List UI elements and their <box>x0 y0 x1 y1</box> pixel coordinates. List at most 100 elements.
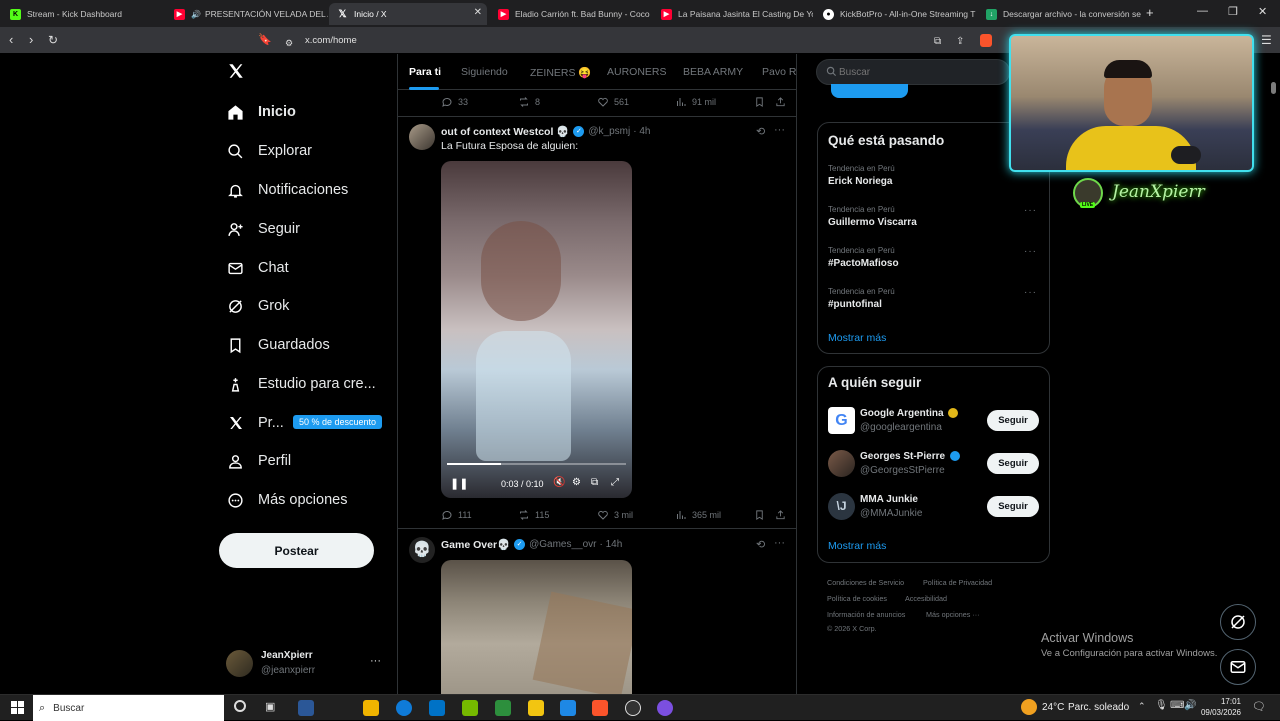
tab-zeiners[interactable]: ZEINERS 😝 <box>530 66 592 79</box>
search-input[interactable] <box>839 65 999 80</box>
sidebar-item-explorar[interactable]: Explorar <box>227 138 312 164</box>
nvidia-icon[interactable] <box>462 700 478 716</box>
follow-show-more-link[interactable]: Mostrar más <box>828 540 886 552</box>
tweet-more-icon[interactable]: ··· <box>774 124 785 136</box>
author-name[interactable]: Game Over💀 <box>441 538 510 551</box>
sidebar-item-seguir[interactable]: Seguir <box>227 216 300 242</box>
views-button[interactable]: 91 mil <box>675 96 716 108</box>
sidebar-item-mas-opciones[interactable]: Más opciones <box>227 487 347 513</box>
brave-icon[interactable] <box>592 700 608 716</box>
post-button[interactable]: Postear <box>219 533 374 568</box>
weather-desc[interactable]: Parc. soleado <box>1068 702 1129 713</box>
subscribe-button-partial[interactable] <box>831 84 908 98</box>
grok-analyze-icon[interactable]: ⟲ <box>756 538 765 551</box>
grok-analyze-icon[interactable]: ⟲ <box>756 125 765 138</box>
browser-tab[interactable]: ↓ Descargar archivo - la conversión se <box>978 3 1141 25</box>
clock-time[interactable]: 17:01 <box>1199 697 1241 706</box>
share-icon[interactable]: ⇪ <box>956 34 964 50</box>
tab-para-ti[interactable]: Para ti <box>409 66 441 78</box>
reply-button[interactable]: 111 <box>441 509 472 521</box>
trend-item[interactable]: #PactoMafioso <box>828 258 899 269</box>
video-progress-track[interactable] <box>447 463 626 465</box>
trend-more-icon[interactable]: ··· <box>1024 205 1037 216</box>
x-logo[interactable] <box>227 62 245 85</box>
fullscreen-icon[interactable]: ⤢ <box>611 477 619 488</box>
weather-temp[interactable]: 24°C <box>1042 702 1064 713</box>
restore-icon[interactable]: ❐ <box>1228 5 1238 18</box>
page-scrollbar[interactable] <box>1271 82 1276 94</box>
account-more-icon[interactable]: ··· <box>370 655 381 667</box>
follow-account-name[interactable]: Georges St-Pierre <box>860 451 945 462</box>
footer-link[interactable]: Información de anuncios <box>827 610 905 619</box>
tweet-time[interactable]: · 4h <box>633 126 650 137</box>
tab-pavo-ra[interactable]: Pavo Ra <box>762 66 796 78</box>
browser-tab[interactable]: K Stream - Kick Dashboard <box>2 3 165 25</box>
footer-link[interactable]: Accesibilidad <box>905 594 947 603</box>
repost-button[interactable]: 115 <box>518 509 549 521</box>
trend-item[interactable]: #puntofinal <box>828 299 882 310</box>
sidebar-item-notificaciones[interactable]: Notificaciones <box>227 177 348 203</box>
like-button[interactable]: 3 mil <box>597 509 633 521</box>
app-icon[interactable] <box>560 700 576 716</box>
obs-icon[interactable] <box>625 700 641 716</box>
browser-tab[interactable]: ● KickBotPro - All-in-One Streaming T <box>815 3 977 25</box>
footer-link[interactable]: Condiciones de Servicio <box>827 578 904 587</box>
bookmark-button[interactable] <box>754 509 770 521</box>
network-icon[interactable]: ⌨ <box>1170 700 1184 711</box>
like-button[interactable]: 561 <box>597 96 629 108</box>
sidebar-item-premium[interactable]: Pr... <box>227 410 284 436</box>
trend-item[interactable]: Erick Noriega <box>828 176 892 187</box>
taskbar-search-box[interactable]: ⌕ Buscar <box>33 695 224 721</box>
open-external-icon[interactable]: ⧉ <box>934 34 941 50</box>
google-logo-icon[interactable]: G <box>828 407 855 434</box>
task-view-icon[interactable]: ▣ <box>265 700 275 713</box>
sidebar-item-grok[interactable]: Grok <box>227 293 289 319</box>
minimize-icon[interactable]: — <box>1197 5 1208 17</box>
share-button[interactable] <box>775 509 791 521</box>
bookmark-button[interactable] <box>754 96 770 108</box>
follow-account-name[interactable]: Google Argentina <box>860 408 944 419</box>
reload-icon[interactable]: ↻ <box>48 32 58 48</box>
store-icon[interactable] <box>363 700 379 716</box>
author-handle[interactable]: @k_psmj <box>588 126 630 137</box>
close-window-icon[interactable]: ✕ <box>1258 5 1267 18</box>
cortana-icon[interactable] <box>234 700 246 712</box>
app-icon[interactable] <box>657 700 673 716</box>
tab-siguiendo[interactable]: Siguiendo <box>461 66 508 78</box>
sidebar-item-guardados[interactable]: Guardados <box>227 332 330 358</box>
footer-link[interactable]: Política de Privacidad <box>923 578 992 587</box>
tweet-more-icon[interactable]: ··· <box>774 537 785 549</box>
author-name[interactable]: out of context Westcol 💀 <box>441 125 569 138</box>
notifications-icon[interactable]: 🗨 <box>1252 700 1266 713</box>
menu-icon[interactable]: ☰ <box>1261 32 1272 48</box>
mail-app-icon[interactable] <box>429 700 445 716</box>
windows-start-icon[interactable] <box>11 701 24 714</box>
tweet-image[interactable] <box>441 560 632 694</box>
trend-item[interactable]: Guillermo Viscarra <box>828 217 917 228</box>
new-tab-button[interactable]: + <box>1146 5 1154 20</box>
microphone-tray-icon[interactable]: 🎙 <box>1155 700 1168 711</box>
footer-link[interactable]: Política de cookies <box>827 594 887 603</box>
sidebar-item-chat[interactable]: Chat <box>227 255 289 281</box>
tray-expand-icon[interactable]: ⌃ <box>1138 701 1146 712</box>
pause-icon[interactable]: ❚❚ <box>450 477 468 490</box>
author-avatar[interactable] <box>409 124 435 150</box>
forward-icon[interactable]: › <box>29 32 33 48</box>
follow-button[interactable]: Seguir <box>987 453 1039 474</box>
repost-button[interactable]: 8 <box>518 96 540 108</box>
brave-shield-icon[interactable] <box>980 34 992 47</box>
clock-date[interactable]: 09/03/2026 <box>1199 708 1241 717</box>
trend-more-icon[interactable]: ··· <box>1024 246 1037 257</box>
tweet-video[interactable]: ❚❚ 0:03 / 0:10 🔇 ⚙ ⧉ ⤢ <box>441 161 632 498</box>
reply-button[interactable]: 33 <box>441 96 468 108</box>
tab-beba-army[interactable]: BEBA ARMY <box>683 66 743 78</box>
grok-floating-button[interactable] <box>1220 604 1256 640</box>
browser-tab-active[interactable]: 𝕏 Inicio / X ✕ <box>329 3 487 25</box>
author-handle[interactable]: @Games__ovr <box>529 539 596 550</box>
follow-avatar[interactable] <box>828 450 855 477</box>
sidebar-item-perfil[interactable]: Perfil <box>227 448 291 474</box>
browser-tab[interactable]: ▶ Eladio Carrión ft. Bad Bunny - Coco <box>490 3 652 25</box>
search-box[interactable] <box>816 59 1010 85</box>
trends-show-more-link[interactable]: Mostrar más <box>828 332 886 344</box>
site-info-icon[interactable]: ⚙ <box>285 35 293 51</box>
